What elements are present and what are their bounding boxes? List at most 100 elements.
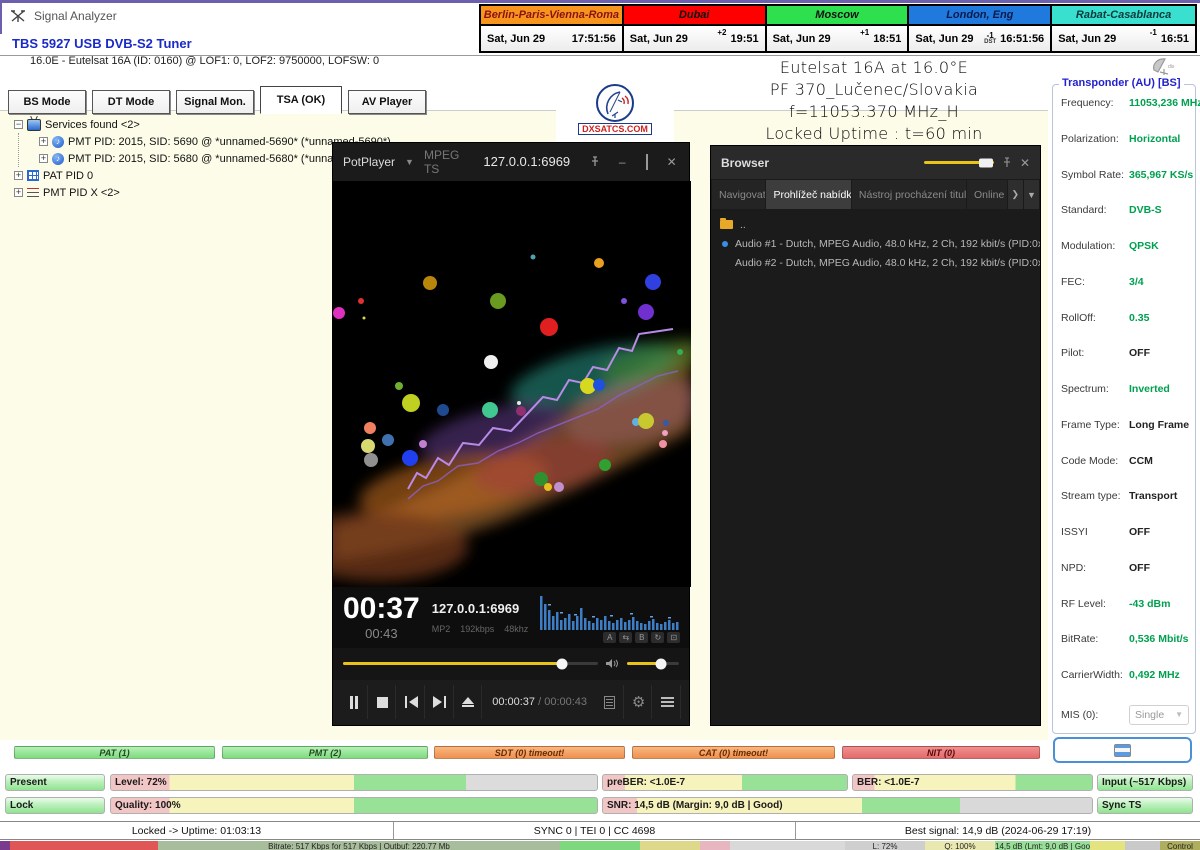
potplayer-titlebar[interactable]: PotPlayer ▼ MPEG TS 127.0.0.1:6969 – ✕ bbox=[333, 143, 689, 181]
quality-bar: Quality: 100% bbox=[110, 797, 598, 814]
clock-date: Sat, Jun 29 bbox=[1058, 33, 1146, 45]
tp-row-standard: Standard:DVB-S bbox=[1061, 204, 1189, 216]
stream-capture-button[interactable] bbox=[1053, 737, 1192, 763]
stream-source-label: 127.0.0.1:6969 bbox=[432, 601, 529, 616]
clock-date: Sat, Jun 29 bbox=[630, 33, 714, 45]
clock-zone-header: Dubai bbox=[624, 6, 767, 26]
collapse-icon[interactable]: − bbox=[14, 120, 23, 129]
tab-signal-mon[interactable]: Signal Mon. bbox=[176, 90, 254, 114]
tp-row-pilot: Pilot:OFF bbox=[1061, 347, 1189, 359]
minimize-icon[interactable]: – bbox=[615, 155, 630, 169]
pid-bar-sdt: SDT (0) timeout! bbox=[434, 746, 625, 759]
mis-dropdown[interactable]: Single ▼ bbox=[1129, 705, 1189, 725]
close-icon[interactable]: ✕ bbox=[664, 155, 679, 169]
position-time: 00:00:37 / 00:00:43 bbox=[492, 696, 587, 708]
input-indicator: Input (~517 Kbps) bbox=[1097, 774, 1193, 791]
eject-button[interactable] bbox=[456, 685, 483, 719]
tp-row-spectrum: Spectrum:Inverted bbox=[1061, 383, 1189, 395]
dxsatcs-logo-text: DXSATCS.COM bbox=[578, 123, 652, 135]
overlay-frequency: f=11053.370 MHz_H bbox=[700, 101, 1048, 123]
potplayer-app-name[interactable]: PotPlayer bbox=[343, 155, 395, 169]
tab-tsa[interactable]: TSA (OK) bbox=[260, 86, 342, 114]
tab-dt-mode[interactable]: DT Mode bbox=[92, 90, 170, 114]
potplayer-window: PotPlayer ▼ MPEG TS 127.0.0.1:6969 – ✕ bbox=[332, 142, 690, 726]
browser-tab-navigate[interactable]: Navigovat bbox=[712, 180, 765, 209]
clock-time: 18:51 bbox=[873, 33, 901, 45]
up-directory-label: .. bbox=[740, 219, 746, 231]
chevron-down-icon[interactable]: ▼ bbox=[1024, 180, 1039, 209]
tab-av-player[interactable]: AV Player bbox=[348, 90, 426, 114]
strip-control: Control bbox=[1160, 841, 1200, 850]
playlist-button[interactable] bbox=[597, 685, 624, 719]
ab-repeat-b-button[interactable]: B bbox=[635, 632, 648, 643]
clock-zone-value: Sat, Jun 29 -1 DST 16:51:56 bbox=[909, 26, 1052, 51]
transponder-panel-title: Transponder (AU) [BS] bbox=[1059, 77, 1184, 89]
svg-text:dis: dis bbox=[1168, 64, 1175, 70]
audio-track-row[interactable]: Audio #2 - Dutch, MPEG Audio, 48.0 kHz, … bbox=[711, 253, 1040, 272]
expand-icon[interactable]: + bbox=[14, 171, 23, 180]
tree-node-label: PMT PID X <2> bbox=[43, 187, 120, 199]
tab-bs-mode[interactable]: BS Mode bbox=[8, 90, 86, 114]
browser-titlebar[interactable]: Browser ✕ bbox=[711, 146, 1040, 179]
expand-icon[interactable]: + bbox=[39, 154, 48, 163]
browser-tab-online[interactable]: Online bbox=[967, 180, 1007, 209]
audio-service-icon: ♪ bbox=[52, 153, 64, 165]
fullscreen-icon[interactable]: ⊡ bbox=[667, 632, 680, 643]
up-directory-row[interactable]: .. bbox=[711, 215, 1040, 234]
chevron-down-icon: ▼ bbox=[1175, 710, 1183, 719]
previous-button[interactable] bbox=[398, 685, 425, 719]
samplerate-label: 48khz bbox=[504, 624, 528, 634]
snr-bar: SNR: 14,5 dB (Margin: 9,0 dB | Good) bbox=[602, 797, 1093, 814]
clock-zone-header: Berlin-Paris-Vienna-Roma bbox=[481, 6, 624, 26]
video-area[interactable] bbox=[333, 181, 689, 587]
clock-zone-header: Moscow bbox=[767, 6, 910, 26]
browser-window: Browser ✕ Navigovat Prohlížeč nabídky Ná… bbox=[710, 145, 1041, 726]
maximize-icon[interactable] bbox=[640, 155, 655, 169]
expand-icon[interactable]: + bbox=[14, 188, 23, 197]
ab-swap-icon[interactable]: ⇆ bbox=[619, 632, 632, 643]
settings-gear-icon[interactable]: ⚙ bbox=[626, 685, 653, 719]
mode-tabs: BS Mode DT Mode Signal Mon. TSA (OK) AV … bbox=[8, 86, 426, 114]
tp-row-frequency: Frequency:11053,236 MHz bbox=[1061, 97, 1189, 109]
strip-quality: Q: 100% bbox=[925, 841, 995, 850]
status-bar: Locked -> Uptime: 01:03:13 SYNC 0 | TEI … bbox=[0, 821, 1200, 840]
clock-time: 17:51:56 bbox=[572, 33, 616, 45]
seek-slider[interactable] bbox=[343, 662, 598, 665]
chevron-down-icon[interactable]: ▼ bbox=[405, 157, 414, 167]
pin-icon[interactable] bbox=[1002, 157, 1012, 168]
chevron-right-icon[interactable]: ❯ bbox=[1008, 180, 1023, 209]
tp-row-carrier-width: CarrierWidth:0,492 MHz bbox=[1061, 669, 1189, 681]
loop-icon[interactable]: ↻ bbox=[651, 632, 664, 643]
browser-tab-subtitles[interactable]: Nástroj procházení titulků bbox=[852, 180, 966, 209]
ab-repeat-a-button[interactable]: A bbox=[603, 632, 616, 643]
tp-row-fec: FEC:3/4 bbox=[1061, 276, 1189, 288]
stream-meta: 127.0.0.1:6969 MP2 192kbps 48khz bbox=[432, 601, 529, 634]
clock-zone-value: Sat, Jun 29 +2 19:51 bbox=[624, 26, 767, 51]
codec-label: MP2 bbox=[432, 624, 451, 634]
volume-icon[interactable] bbox=[606, 658, 619, 669]
seek-knob[interactable] bbox=[557, 658, 568, 669]
clock-time: 16:51:56 bbox=[1000, 33, 1044, 45]
volume-knob[interactable] bbox=[655, 658, 666, 669]
tree-node-services[interactable]: − Services found <2> bbox=[14, 116, 391, 133]
world-clocks: Berlin-Paris-Vienna-Roma Dubai Moscow Lo… bbox=[479, 4, 1197, 53]
browser-opacity-slider[interactable] bbox=[924, 161, 994, 164]
audio-track-label: Audio #1 - Dutch, MPEG Audio, 48.0 kHz, … bbox=[735, 238, 1040, 250]
browser-tab-menu[interactable]: Prohlížeč nabídky bbox=[766, 180, 850, 209]
audio-track-row[interactable]: Audio #1 - Dutch, MPEG Audio, 48.0 kHz, … bbox=[711, 234, 1040, 253]
close-icon[interactable]: ✕ bbox=[1020, 156, 1030, 170]
volume-slider[interactable] bbox=[627, 662, 679, 665]
clock-zone-value: Sat, Jun 29 -1 16:51 bbox=[1052, 26, 1195, 51]
pin-icon[interactable] bbox=[590, 156, 605, 167]
spectrum-bars bbox=[540, 592, 680, 630]
overlay-site: PF 370_Lučenec/Slovakia bbox=[700, 79, 1048, 101]
app-titlebar: Signal Analyzer bbox=[10, 8, 117, 24]
tp-row-stream-type: Stream type:Transport bbox=[1061, 490, 1189, 502]
next-button[interactable] bbox=[427, 685, 454, 719]
status-counters: SYNC 0 | TEI 0 | CC 4698 bbox=[394, 822, 796, 839]
menu-button[interactable] bbox=[654, 685, 681, 719]
satellite-dish-logo-icon bbox=[596, 84, 634, 122]
expand-icon[interactable]: + bbox=[39, 137, 48, 146]
pause-button[interactable] bbox=[341, 685, 368, 719]
stop-button[interactable] bbox=[370, 685, 397, 719]
